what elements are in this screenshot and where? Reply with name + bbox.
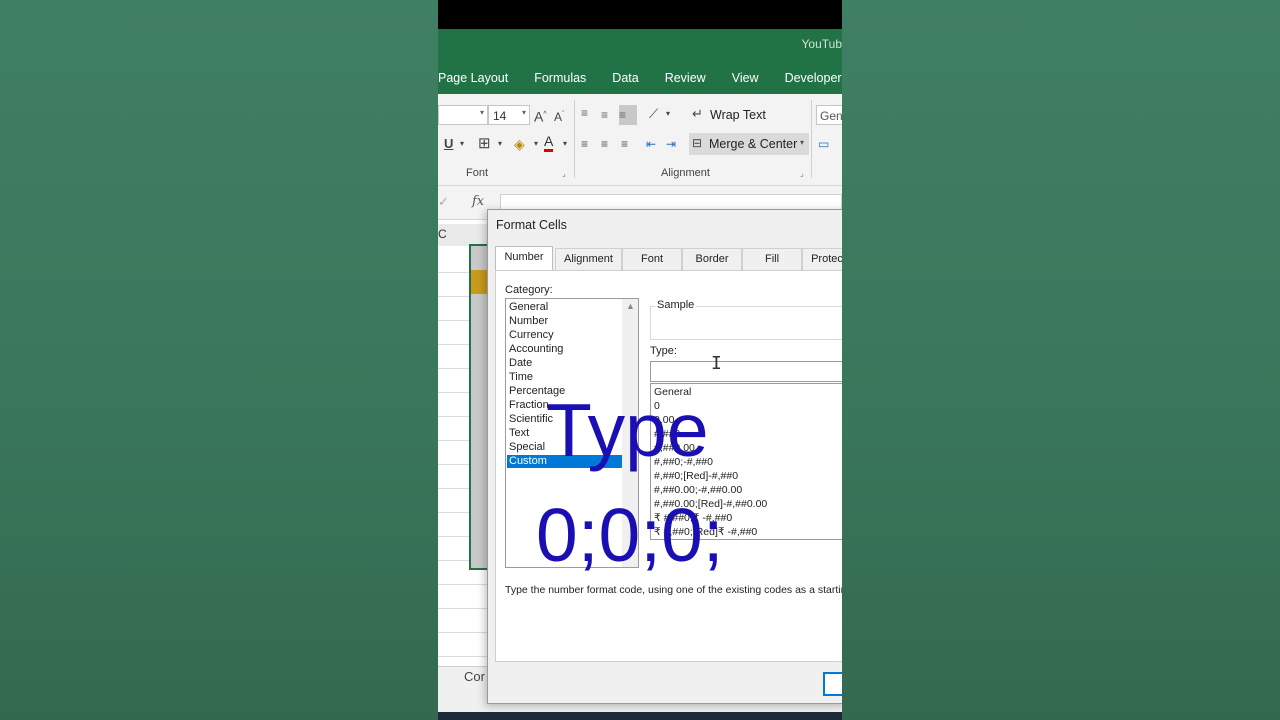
top-align-icon[interactable]: ≡ xyxy=(581,103,588,123)
font-size-dropdown[interactable]: 14 ▾ xyxy=(488,105,530,125)
wrap-text-icon: ↵ xyxy=(692,106,703,121)
text-cursor-icon: I xyxy=(711,353,722,374)
tab-data[interactable]: Data xyxy=(599,71,651,85)
category-number[interactable]: Number xyxy=(507,315,622,328)
merge-center-button[interactable]: ⊟ Merge & Center ▾ xyxy=(689,133,809,155)
category-currency[interactable]: Currency xyxy=(507,329,622,342)
font-group-label: Font xyxy=(466,167,489,179)
borders-icon[interactable]: ⊞ xyxy=(478,134,491,154)
font-size-value: 14 xyxy=(493,109,507,123)
phone-frame: YouTub Page Layout Formulas Data Review … xyxy=(438,0,842,720)
orientation-dropdown-icon[interactable]: ▾ xyxy=(666,104,670,124)
sample-label: Sample xyxy=(655,299,697,311)
category-time[interactable]: Time xyxy=(507,371,622,384)
merge-icon: ⊟ xyxy=(692,136,703,150)
type-input[interactable] xyxy=(650,361,842,382)
number-format-dropdown[interactable]: Gene xyxy=(816,105,842,125)
decrease-font-icon[interactable]: Aˇ xyxy=(554,105,564,127)
overlay-caption-line2: 0;0;0; xyxy=(536,493,724,577)
tab-view[interactable]: View xyxy=(719,71,772,85)
align-right-icon[interactable]: ≡ xyxy=(621,134,628,154)
overlay-caption-line1: Type xyxy=(546,388,709,472)
wrap-text-label: Wrap Text xyxy=(710,108,766,122)
tab-font[interactable]: Font xyxy=(622,248,682,270)
underline-dropdown-icon[interactable]: ▾ xyxy=(460,134,464,154)
top-black-bar xyxy=(438,0,842,29)
taskbar xyxy=(438,712,842,720)
dialog-tabs: Number Alignment Font Border Fill Protec xyxy=(495,246,842,271)
align-center-icon[interactable]: ≡ xyxy=(601,134,608,154)
increase-indent-icon[interactable]: ⇥ xyxy=(666,134,676,154)
orientation-icon[interactable]: ⟋ xyxy=(649,104,658,124)
tab-page-layout[interactable]: Page Layout xyxy=(438,71,521,85)
tab-developer[interactable]: Developer xyxy=(772,71,842,85)
category-general[interactable]: General xyxy=(507,301,622,314)
ribbon-tabs: Page Layout Formulas Data Review View De… xyxy=(438,62,842,94)
font-color-dropdown-icon[interactable]: ▾ xyxy=(563,134,567,154)
font-name-dropdown[interactable]: ▾ xyxy=(438,105,488,125)
category-label: Category: xyxy=(505,284,553,296)
number-format-value: Gene xyxy=(820,109,842,123)
category-date[interactable]: Date xyxy=(507,357,622,370)
tab-review[interactable]: Review xyxy=(652,71,719,85)
middle-align-icon[interactable]: ≡ xyxy=(601,105,608,125)
merge-dropdown-icon[interactable]: ▾ xyxy=(800,138,804,147)
sheet-tab[interactable]: Cor xyxy=(464,669,485,684)
increase-font-icon[interactable]: A^ xyxy=(534,105,547,127)
tab-formulas[interactable]: Formulas xyxy=(521,71,599,85)
fx-icon[interactable]: fx xyxy=(472,194,484,209)
window-title: YouTub xyxy=(801,37,842,51)
ok-button[interactable] xyxy=(823,672,842,696)
alignment-group-label: Alignment xyxy=(661,167,710,179)
tab-border[interactable]: Border xyxy=(682,248,742,270)
category-accounting[interactable]: Accounting xyxy=(507,343,622,356)
help-text: Type the number format code, using one o… xyxy=(505,584,842,596)
decrease-indent-icon[interactable]: ⇤ xyxy=(646,134,656,154)
scroll-up-icon[interactable]: ▲ xyxy=(626,301,635,311)
ribbon: ▾ 14 ▾ A^ Aˇ U ▾ ⊞ ▾ ◈ ▾ A ▾ Font ⌟ ≡ ≡ … xyxy=(438,94,842,186)
merge-center-label: Merge & Center xyxy=(709,137,798,151)
column-header[interactable]: C xyxy=(438,224,488,246)
tab-protection[interactable]: Protec xyxy=(802,248,842,270)
underline-icon[interactable]: U xyxy=(444,134,453,154)
align-left-icon[interactable]: ≡ xyxy=(581,134,588,154)
font-color-icon[interactable]: A xyxy=(544,134,554,152)
tab-fill[interactable]: Fill xyxy=(742,248,802,270)
highlighted-cell[interactable] xyxy=(471,270,487,294)
accounting-format-icon[interactable]: ▭ xyxy=(818,134,829,154)
wrap-text-button[interactable]: ↵ Wrap Text xyxy=(690,104,770,126)
bottom-align-icon[interactable]: ≡ xyxy=(619,105,637,125)
dialog-title: Format Cells xyxy=(496,218,567,232)
fill-color-icon[interactable]: ◈ xyxy=(514,134,525,154)
borders-dropdown-icon[interactable]: ▾ xyxy=(498,134,502,154)
type-label: Type: xyxy=(650,345,677,357)
font-dialog-launcher-icon[interactable]: ⌟ xyxy=(562,164,566,184)
sample-box xyxy=(650,306,842,340)
tab-number[interactable]: Number xyxy=(495,246,553,271)
column-header-label: C xyxy=(438,227,447,241)
enter-check-icon[interactable]: ✓ xyxy=(438,194,449,210)
alignment-dialog-launcher-icon[interactable]: ⌟ xyxy=(800,164,804,184)
title-bar: YouTub xyxy=(438,29,842,62)
tab-alignment[interactable]: Alignment xyxy=(555,248,622,270)
fill-dropdown-icon[interactable]: ▾ xyxy=(534,134,538,154)
